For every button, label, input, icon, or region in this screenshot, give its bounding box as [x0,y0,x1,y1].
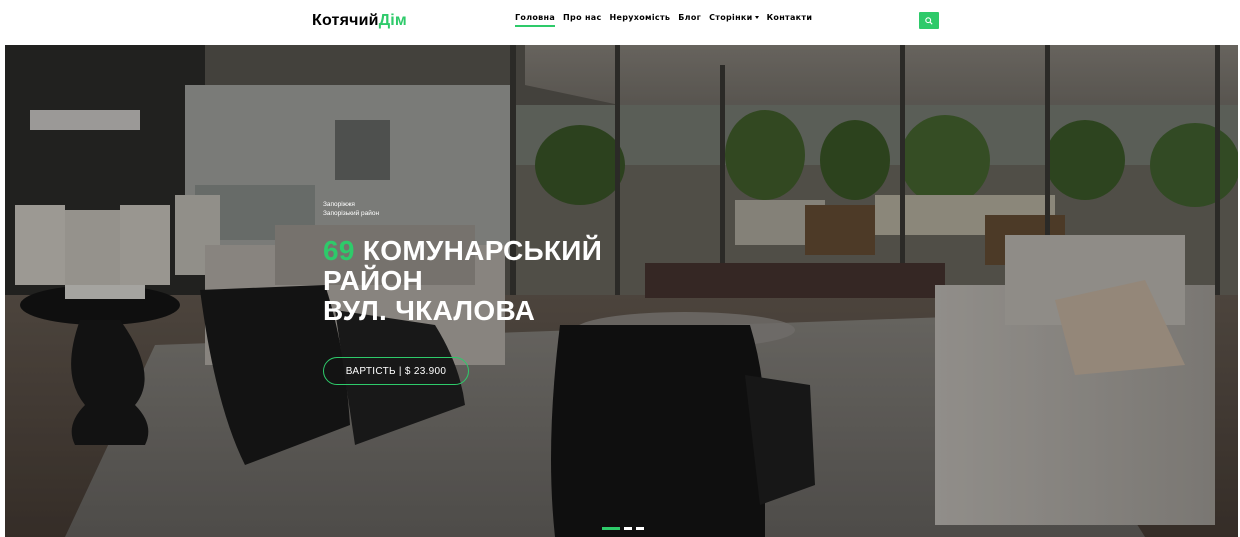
hero-title-line2: РАЙОН [323,265,424,296]
carousel-dot-2[interactable] [624,527,632,530]
nav-item-contacts[interactable]: Контакти [767,13,813,26]
search-icon [925,16,933,25]
nav-item-pages-label: Сторінки [709,13,753,22]
hero-background-image [5,45,1238,537]
nav-item-home[interactable]: Головна [515,13,556,27]
brand-logo[interactable]: КотячийДім [312,12,407,30]
hero-title: 69 КОМУНАРСЬКИЙ РАЙОН ВУЛ. ЧКАЛОВА [323,236,602,326]
nav-item-pages[interactable]: Сторінки [709,13,759,26]
carousel-dot-1[interactable] [602,527,620,530]
price-button[interactable]: ВАРТІСТЬ | $ 23.900 [323,357,469,385]
main-nav: Головна Про нас Нерухомість Блог Сторінк… [515,13,820,27]
caret-down-icon [754,16,759,19]
hero-location-city: Запоріжжя [323,201,355,208]
brand-name-accent: Дім [378,12,407,29]
search-button[interactable] [919,12,939,29]
hero-title-line1: КОМУНАРСЬКИЙ [362,235,603,266]
hero-title-number: 69 [323,235,355,266]
hero-title-line3: ВУЛ. ЧКАЛОВА [323,295,536,326]
brand-name-main: Котячий [312,12,379,29]
hero-location-district: Запорізький район [323,210,380,217]
nav-item-blog[interactable]: Блог [678,13,701,26]
nav-item-about[interactable]: Про нас [563,13,601,26]
carousel-dots [602,527,648,530]
hero-slider: Запоріжжя Запорізький район 69 КОМУНАРСЬ… [5,45,1238,537]
carousel-dot-3[interactable] [636,527,644,530]
nav-item-property[interactable]: Нерухомість [610,13,671,26]
navbar: КотячийДім Головна Про нас Нерухомість Б… [0,0,1240,45]
hero-content: Запоріжжя Запорізький район 69 КОМУНАРСЬ… [323,200,602,326]
